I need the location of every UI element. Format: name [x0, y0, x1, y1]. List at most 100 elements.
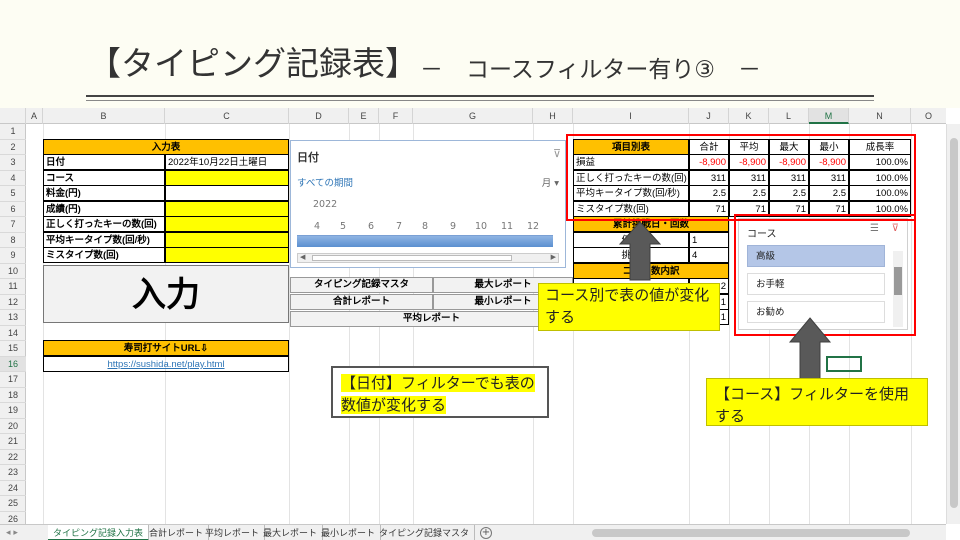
total-report-button[interactable]: 合計レポート	[290, 294, 433, 310]
scroll-right-icon[interactable]: ▶	[551, 253, 556, 261]
sheet-tab-min[interactable]: 最小レポート	[316, 525, 382, 540]
row-header[interactable]: 25	[0, 496, 26, 512]
timeline-month[interactable]: 4	[309, 221, 325, 232]
url-header: 寿司打サイトURL⇩	[43, 340, 289, 356]
row-header[interactable]: 17	[0, 372, 26, 388]
timeline-unit-dropdown[interactable]: 月 ▾	[542, 175, 559, 189]
stats-highlight-frame	[566, 134, 916, 221]
row-header[interactable]: 2	[0, 140, 26, 155]
row-header[interactable]: 6	[0, 202, 26, 217]
date-timeline-slicer[interactable]: 日付 ⊽ すべての期間 月 ▾ 2022 4 5 6 7 8 9 10 11 1…	[290, 140, 566, 268]
timeline-month[interactable]: 5	[335, 221, 351, 232]
sushida-url-link[interactable]: https://sushida.net/play.html	[43, 356, 289, 372]
column-header-bar: A B C D E F G H I J K L M N O	[0, 108, 946, 124]
input-value-fee[interactable]	[165, 185, 289, 201]
row-header[interactable]: 8	[0, 233, 26, 248]
timeline-selection-bar[interactable]	[297, 235, 553, 247]
sheet-tab-max[interactable]: 最大レポート	[258, 525, 324, 540]
col-header-m[interactable]: M	[809, 108, 849, 124]
timeline-title: 日付	[297, 151, 319, 164]
row-header[interactable]: 19	[0, 403, 26, 419]
input-value-avg-keys[interactable]	[165, 232, 289, 248]
col-header-j[interactable]: J	[689, 108, 729, 124]
excel-worksheet: A B C D E F G H I J K L M N O 1 2 3 4 5 …	[0, 108, 960, 540]
timeline-year: 2022	[313, 199, 338, 210]
col-header-b[interactable]: B	[43, 108, 165, 124]
timeline-month[interactable]: 7	[391, 221, 407, 232]
col-header-k[interactable]: K	[729, 108, 769, 124]
timeline-month[interactable]: 12	[525, 221, 541, 232]
input-label-course: コース	[43, 170, 165, 186]
sheet-tab-avg[interactable]: 平均レポート	[200, 525, 266, 540]
avg-report-button[interactable]: 平均レポート	[290, 311, 573, 327]
timeline-month[interactable]: 10	[473, 221, 489, 232]
row-header[interactable]: 5	[0, 186, 26, 202]
timeline-month[interactable]: 8	[417, 221, 433, 232]
row-header[interactable]: 20	[0, 419, 26, 434]
row-header-selected[interactable]: 16	[0, 356, 26, 372]
timeline-scrollbar[interactable]: ◀ ▶	[297, 253, 559, 263]
timeline-month[interactable]: 9	[445, 221, 461, 232]
timeline-month[interactable]: 6	[363, 221, 379, 232]
row-header[interactable]: 18	[0, 388, 26, 403]
callout-date-text: 【日付】フィルターでも表の数値が変化する	[341, 374, 535, 414]
tab-nav-arrows-icon[interactable]: ◂ ▸	[6, 525, 18, 540]
sheet-tab-input[interactable]: タイピング記録入力表	[48, 525, 150, 540]
row-header[interactable]: 4	[0, 171, 26, 186]
vertical-scroll-thumb[interactable]	[950, 138, 958, 508]
input-label-score: 成績(円)	[43, 201, 165, 217]
col-header-n[interactable]: N	[849, 108, 911, 124]
slide-subtitle: － コースフィルター有り③ －	[420, 57, 762, 83]
row-header[interactable]: 12	[0, 295, 26, 310]
row-header[interactable]: 14	[0, 326, 26, 341]
select-all-corner[interactable]	[0, 108, 26, 124]
input-value-date[interactable]: 2022年10月22日土曜日	[165, 154, 289, 170]
add-sheet-icon[interactable]: +	[480, 527, 492, 539]
title-rule-thin	[86, 100, 874, 101]
row-header[interactable]: 7	[0, 217, 26, 233]
input-value-misses[interactable]	[165, 247, 289, 263]
input-table-header: 入力表	[43, 139, 289, 155]
col-header-f[interactable]: F	[379, 108, 413, 124]
input-value-course[interactable]	[165, 170, 289, 186]
timeline-month[interactable]: 11	[499, 221, 515, 232]
row-header[interactable]: 23	[0, 465, 26, 481]
callout-date-filter: 【日付】フィルターでも表の数値が変化する	[331, 366, 549, 418]
col-header-h[interactable]: H	[533, 108, 573, 124]
vertical-scrollbar[interactable]	[946, 124, 960, 524]
col-header-c[interactable]: C	[165, 108, 289, 124]
row-header[interactable]: 3	[0, 155, 26, 171]
col-header-i[interactable]: I	[573, 108, 689, 124]
row-header[interactable]: 11	[0, 279, 26, 295]
input-label-fee: 料金(円)	[43, 185, 165, 201]
callout-use-filter: 【コース】フィルターを使用する	[706, 378, 928, 426]
col-header-l[interactable]: L	[769, 108, 809, 124]
clear-filter-icon[interactable]: ⊽	[553, 147, 561, 160]
master-button[interactable]: タイピング記録マスタ	[290, 277, 433, 293]
input-value-score[interactable]	[165, 201, 289, 217]
row-header[interactable]: 15	[0, 341, 26, 357]
row-header[interactable]: 1	[0, 124, 26, 140]
timeline-period-label: すべての期間	[297, 178, 353, 189]
horizontal-scrollbar[interactable]	[592, 529, 910, 537]
col-header-o[interactable]: O	[911, 108, 946, 124]
input-value-correct-keys[interactable]	[165, 216, 289, 232]
row-header[interactable]: 9	[0, 248, 26, 264]
up-arrow-icon	[618, 221, 662, 281]
row-header[interactable]: 21	[0, 434, 26, 450]
title-rule	[86, 95, 874, 97]
row-header[interactable]: 10	[0, 264, 26, 279]
col-header-d[interactable]: D	[289, 108, 349, 124]
row-header[interactable]: 13	[0, 310, 26, 326]
col-header-e[interactable]: E	[349, 108, 379, 124]
sheet-tab-master[interactable]: タイピング記録マスタ	[374, 525, 476, 540]
slide-title: 【タイピング記録表】	[88, 44, 418, 83]
row-header[interactable]: 22	[0, 450, 26, 465]
timeline-scroll-thumb[interactable]	[312, 255, 512, 261]
input-button[interactable]: 入力	[43, 265, 289, 323]
col-header-a[interactable]: A	[26, 108, 43, 124]
col-header-g[interactable]: G	[413, 108, 533, 124]
row-header[interactable]: 24	[0, 481, 26, 496]
scroll-left-icon[interactable]: ◀	[300, 253, 305, 261]
row-header-bar: 1 2 3 4 5 6 7 8 9 10 11 12 13 14 15 16 1…	[0, 124, 26, 527]
